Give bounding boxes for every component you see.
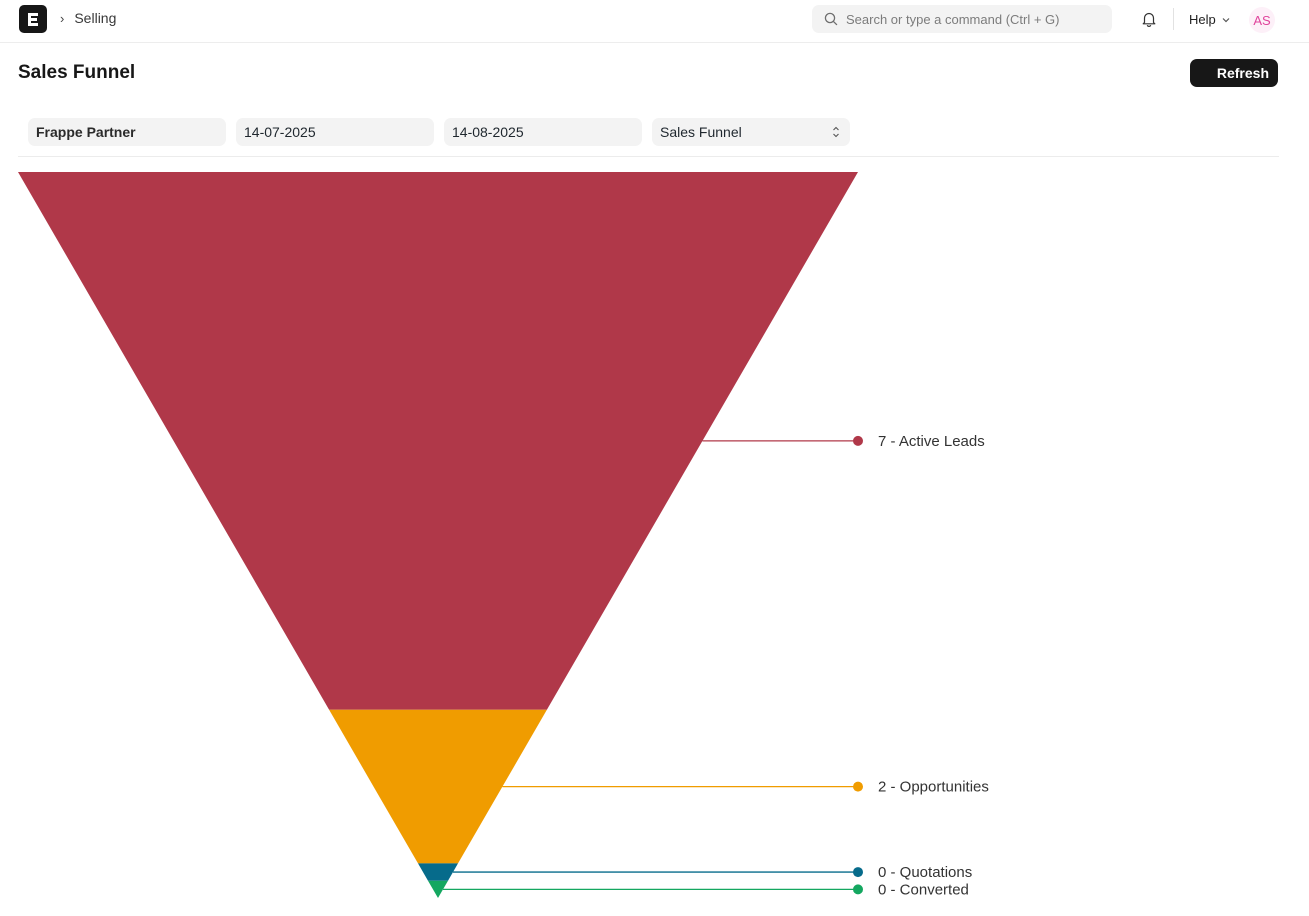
report-type-value: Sales Funnel bbox=[660, 124, 742, 140]
search-bar[interactable] bbox=[812, 5, 1112, 33]
help-dropdown[interactable]: Help bbox=[1189, 12, 1231, 27]
navbar: › Selling Help AS bbox=[0, 0, 1309, 43]
refresh-button[interactable]: Refresh bbox=[1190, 59, 1278, 87]
funnel-stage-label-0: 7 - Active Leads bbox=[878, 433, 985, 450]
funnel-stage-label-2: 0 - Quotations bbox=[878, 864, 972, 881]
app-logo[interactable] bbox=[19, 5, 47, 33]
search-icon bbox=[824, 12, 838, 26]
funnel-legend-dot-3 bbox=[853, 884, 863, 895]
funnel-legend-dot-0 bbox=[853, 435, 863, 446]
funnel-stage-2[interactable] bbox=[418, 863, 458, 881]
filter-divider bbox=[18, 156, 1279, 157]
from-date-filter[interactable]: 14-07-2025 bbox=[236, 118, 434, 146]
notification-bell-icon[interactable] bbox=[1140, 10, 1158, 33]
funnel-stage-label-1: 2 - Opportunities bbox=[878, 779, 989, 796]
page-title: Sales Funnel bbox=[18, 62, 136, 83]
breadcrumb-selling[interactable]: Selling bbox=[74, 10, 116, 26]
help-label: Help bbox=[1189, 12, 1216, 27]
funnel-legend-dot-2 bbox=[853, 867, 863, 878]
company-filter[interactable]: Frappe Partner bbox=[28, 118, 226, 146]
to-date-filter[interactable]: 14-08-2025 bbox=[444, 118, 642, 146]
chevron-right-icon: › bbox=[60, 10, 65, 26]
funnel-stage-label-3: 0 - Converted bbox=[878, 881, 969, 898]
funnel-legend-dot-1 bbox=[853, 781, 863, 792]
chevron-down-icon bbox=[1222, 17, 1230, 22]
report-type-select[interactable]: Sales Funnel bbox=[652, 118, 850, 146]
navbar-divider bbox=[1173, 8, 1174, 30]
breadcrumb: › Selling bbox=[60, 10, 116, 26]
search-input[interactable] bbox=[846, 11, 1096, 27]
select-arrows-icon bbox=[833, 126, 839, 138]
avatar[interactable]: AS bbox=[1249, 7, 1275, 33]
funnel-chart: 7 - Active Leads 2 - Opportunities 0 - Quo… bbox=[18, 172, 989, 898]
